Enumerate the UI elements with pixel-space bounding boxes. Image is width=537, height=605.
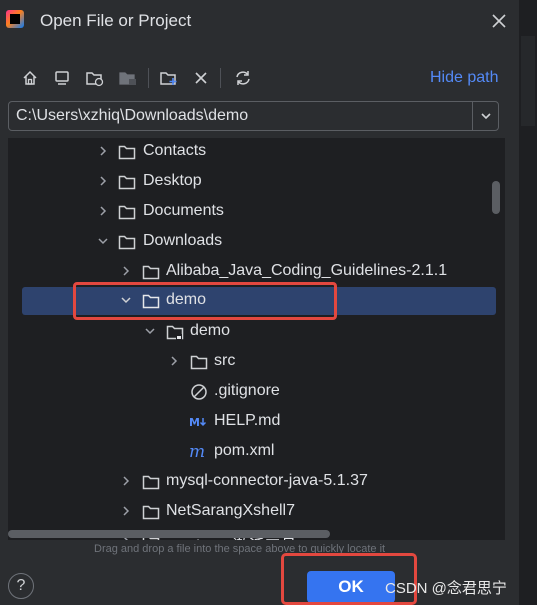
vertical-scrollbar[interactable] xyxy=(492,181,500,214)
tree-row[interactable]: NetSarangXshell7 xyxy=(8,498,505,526)
tree-item-label: mysql-connector-java-5.1.37 xyxy=(166,472,368,489)
chevron-right-icon[interactable] xyxy=(119,474,133,488)
intellij-logo-icon xyxy=(6,10,24,28)
hide-path-link[interactable]: Hide path xyxy=(430,69,499,87)
dialog-title: Open File or Project xyxy=(40,11,192,30)
project-folder-icon[interactable] xyxy=(116,66,140,90)
chevron-right-icon[interactable] xyxy=(96,144,110,158)
tree-item-label: NetSarangXshell7 xyxy=(166,502,295,519)
watermark-text: CSDN @念君思宁 xyxy=(385,580,507,597)
toolbar-separator xyxy=(220,68,221,88)
close-icon[interactable] xyxy=(488,12,510,34)
tree-row[interactable]: .gitignore xyxy=(8,378,505,406)
maven-icon: m xyxy=(189,443,205,461)
desktop-icon[interactable] xyxy=(50,66,74,90)
tree-row[interactable]: Documents xyxy=(8,198,505,226)
folder-icon xyxy=(142,505,160,520)
chevron-down-icon[interactable] xyxy=(143,324,157,338)
tree-row[interactable]: M HELP.md xyxy=(8,408,505,436)
folder-icon xyxy=(118,175,136,190)
path-input[interactable]: C:\Users\xzhiq\Downloads\demo xyxy=(16,107,248,125)
tree-item-label: Documents xyxy=(143,202,224,219)
new-folder-icon[interactable] xyxy=(83,66,107,90)
folder-icon xyxy=(118,145,136,160)
file-tree[interactable]: Contacts Desktop Documents Downloads Ali… xyxy=(8,138,505,540)
folder-icon xyxy=(142,265,160,280)
path-divider xyxy=(472,102,473,130)
refresh-icon[interactable] xyxy=(231,66,255,90)
svg-text:M: M xyxy=(189,416,200,429)
home-icon[interactable] xyxy=(18,66,42,90)
tree-item-label: pom.xml xyxy=(214,442,275,459)
tree-row[interactable]: Contacts xyxy=(8,138,505,166)
tree-item-label: src xyxy=(214,352,236,369)
add-folder-icon[interactable] xyxy=(157,66,181,90)
chevron-right-icon[interactable] xyxy=(167,354,181,368)
help-button[interactable]: ? xyxy=(8,573,34,599)
tree-item-label: demo xyxy=(190,322,231,339)
title-bar: Open File or Project xyxy=(0,0,520,46)
chevron-right-icon[interactable] xyxy=(119,504,133,518)
tree-row[interactable]: Downloads xyxy=(8,228,505,256)
ignore-file-icon xyxy=(191,384,207,400)
tree-row[interactable]: m pom.xml xyxy=(8,438,505,466)
svg-text:m: m xyxy=(189,443,205,461)
folder-icon xyxy=(118,205,136,220)
chevron-right-icon[interactable] xyxy=(96,174,110,188)
toolbar-separator xyxy=(148,68,149,88)
delete-icon[interactable] xyxy=(189,66,213,90)
tree-row[interactable]: mysql-connector-java-5.1.37 xyxy=(8,468,505,496)
folder-icon xyxy=(190,355,208,370)
chevron-right-icon[interactable] xyxy=(119,264,133,278)
tree-item-label: Desktop xyxy=(143,172,202,189)
chevron-down-icon[interactable] xyxy=(96,234,110,248)
tree-row[interactable]: src xyxy=(8,348,505,376)
horizontal-scrollbar[interactable] xyxy=(8,530,330,538)
background-ide-edge xyxy=(519,0,537,605)
chevron-right-icon[interactable] xyxy=(96,204,110,218)
tree-row[interactable]: demo xyxy=(8,318,505,346)
tree-item-label: HELP.md xyxy=(214,412,281,429)
folder-icon xyxy=(118,235,136,250)
highlight-box-demo xyxy=(73,282,337,320)
chevron-down-icon[interactable] xyxy=(476,106,496,126)
tree-item-label: .gitignore xyxy=(214,382,280,399)
project-folder-icon xyxy=(166,325,184,340)
tree-item-label: Downloads xyxy=(143,232,223,249)
tree-row[interactable]: Desktop xyxy=(8,168,505,196)
tree-item-label: Contacts xyxy=(143,142,207,159)
markdown-icon: M xyxy=(189,416,207,429)
tree-item-label: Alibaba_Java_Coding_Guidelines-2.1.1 xyxy=(166,262,448,279)
folder-icon xyxy=(142,475,160,490)
